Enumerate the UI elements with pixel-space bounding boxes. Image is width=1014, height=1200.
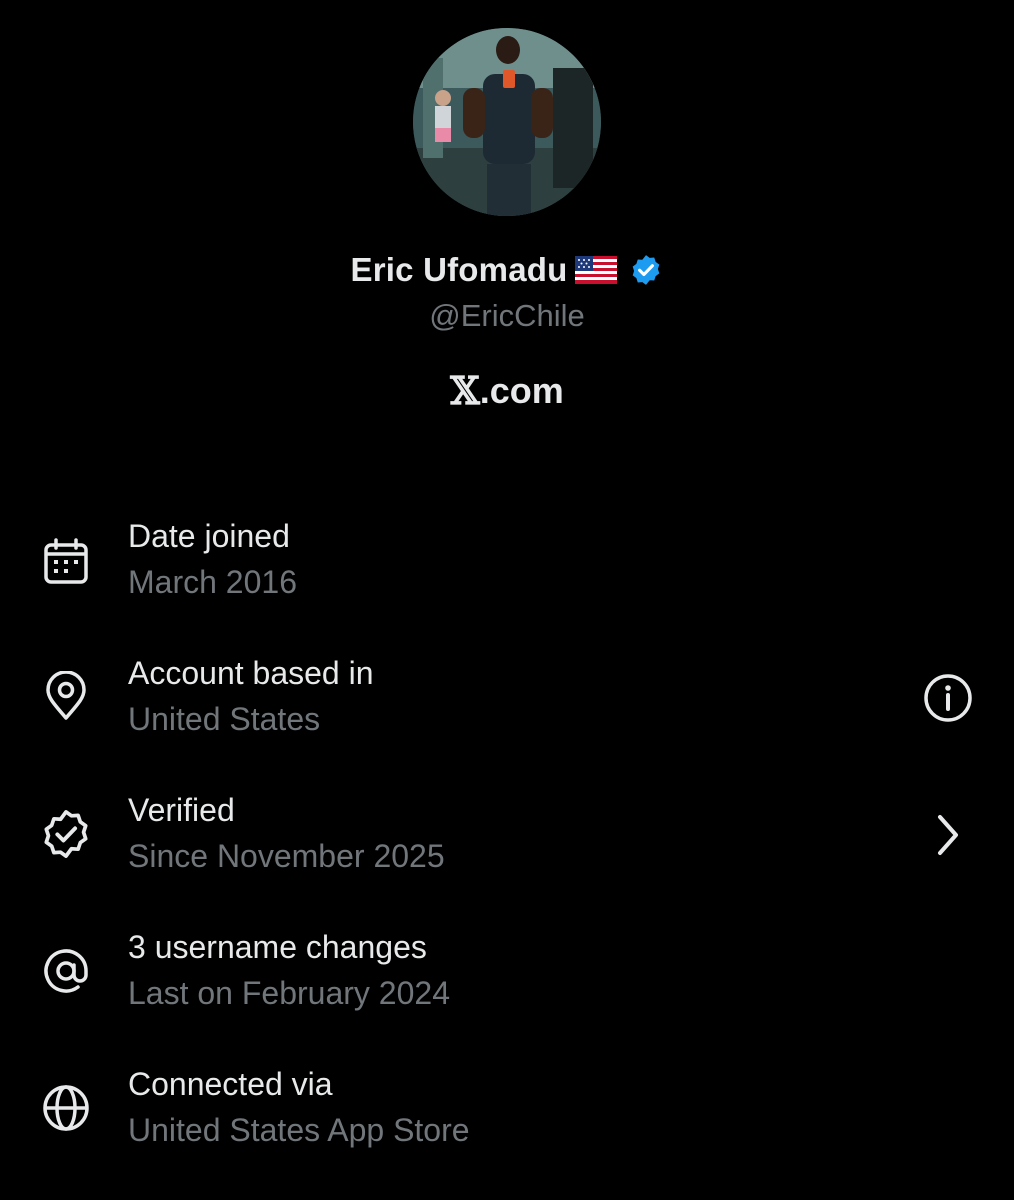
calendar-icon	[44, 538, 88, 584]
profile-avatar[interactable]	[413, 28, 601, 216]
info-icon[interactable]	[920, 670, 976, 726]
verified-row[interactable]: Verified Since November 2025	[0, 792, 1014, 892]
date-joined-label: Date joined	[128, 518, 290, 554]
account-based-in-row: Account based in United States	[0, 655, 1014, 755]
globe-icon	[43, 1085, 89, 1131]
username-changes-label: 3 username changes	[128, 929, 427, 965]
date-joined-value: March 2016	[128, 564, 297, 600]
connected-via-label: Connected via	[128, 1066, 333, 1102]
connected-via-value: United States App Store	[128, 1112, 470, 1148]
username-changes-value: Last on February 2024	[128, 975, 450, 1011]
verified-badge-outline-icon	[44, 810, 88, 858]
x-com-brand: 𝕏 .com	[0, 368, 1014, 414]
username-changes-row: 3 username changes Last on February 2024	[0, 929, 1014, 1029]
account-based-in-label: Account based in	[128, 655, 374, 691]
profile-handle: @EricChile	[429, 298, 585, 333]
x-logo-icon: 𝕏	[450, 368, 480, 413]
location-pin-icon	[46, 671, 86, 720]
date-joined-row: Date joined March 2016	[0, 518, 1014, 618]
verified-value: Since November 2025	[128, 838, 445, 874]
display-name: Eric Ufomadu	[350, 251, 568, 288]
verified-badge-icon[interactable]	[629, 253, 663, 287]
profile-name-row: Eric Ufomadu	[0, 248, 1014, 292]
us-flag-icon	[575, 256, 618, 284]
account-based-in-value: United States	[128, 701, 321, 737]
avatar-photo	[413, 28, 601, 216]
verified-label: Verified	[128, 792, 235, 828]
connected-via-row: Connected via United States App Store	[0, 1066, 1014, 1166]
at-sign-icon	[44, 949, 88, 993]
brand-domain-text: .com	[479, 370, 564, 411]
chevron-right-icon[interactable]	[920, 807, 976, 863]
